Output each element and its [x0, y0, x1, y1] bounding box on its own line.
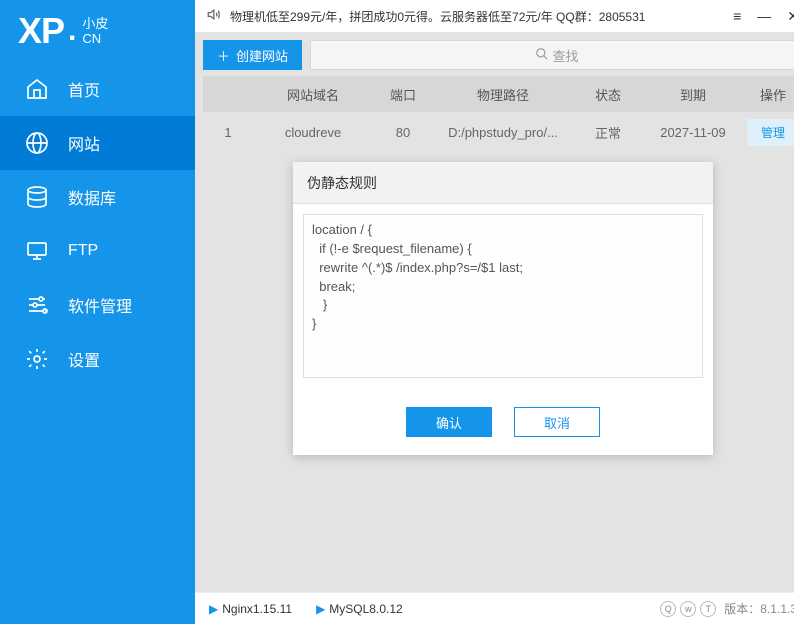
close-button[interactable]: ✕: [787, 8, 794, 25]
service-nginx[interactable]: ▶ Nginx1.15.11: [209, 602, 292, 616]
service-label: MySQL8.0.12: [329, 602, 402, 616]
titlebar: 物理机低至299元/年，拼团成功0元得。云服务器低至72元/年 QQ群：2805…: [195, 0, 794, 32]
sidebar-item-label: 软件管理: [68, 293, 132, 317]
col-domain: 网站域名: [253, 85, 373, 104]
sidebar-item-label: 设置: [68, 347, 100, 371]
sliders-icon: [24, 292, 50, 318]
sidebar: XP . 小皮 CN 首页 网站 数据库 FTP 软件管理: [0, 0, 195, 624]
social-icon-3[interactable]: T: [700, 601, 716, 617]
social-icon-2[interactable]: w: [680, 601, 696, 617]
home-icon: [24, 76, 50, 102]
sidebar-item-database[interactable]: 数据库: [0, 170, 195, 224]
cancel-button[interactable]: 取消: [514, 407, 600, 437]
statusbar: ▶ Nginx1.15.11 ▶ MySQL8.0.12 Q w T 版本：8.…: [195, 592, 794, 624]
search-icon: [535, 47, 549, 64]
sidebar-item-settings[interactable]: 设置: [0, 332, 195, 386]
col-port: 端口: [373, 85, 433, 104]
dialog-title: 伪静态规则: [293, 162, 713, 204]
play-icon: ▶: [209, 602, 218, 616]
sidebar-item-software[interactable]: 软件管理: [0, 278, 195, 332]
rewrite-rule-dialog: 伪静态规则 确认 取消: [293, 162, 713, 455]
content-area: ＋ 创建网站 查找 网站域名 端口 物理路径 状态 到期: [195, 32, 794, 592]
sidebar-item-label: FTP: [68, 242, 98, 260]
gear-icon: [24, 346, 50, 372]
sidebar-item-label: 首页: [68, 77, 100, 101]
rule-textarea[interactable]: [303, 214, 703, 378]
logo: XP . 小皮 CN: [0, 0, 195, 62]
service-mysql[interactable]: ▶ MySQL8.0.12: [316, 602, 403, 616]
sidebar-item-label: 网站: [68, 131, 100, 155]
sidebar-item-website[interactable]: 网站: [0, 116, 195, 170]
search-input[interactable]: 查找: [310, 40, 794, 70]
dialog-overlay: 伪静态规则 确认 取消: [195, 112, 794, 592]
monitor-icon: [24, 238, 50, 264]
col-date: 到期: [643, 85, 743, 104]
col-status: 状态: [573, 85, 643, 104]
titlebar-notice: 物理机低至299元/年，拼团成功0元得。云服务器低至72元/年 QQ群：2805…: [230, 8, 725, 25]
sidebar-item-ftp[interactable]: FTP: [0, 224, 195, 278]
plus-icon: ＋: [217, 46, 230, 65]
play-icon: ▶: [316, 602, 325, 616]
globe-icon: [24, 130, 50, 156]
logo-xp: XP: [18, 10, 64, 52]
col-path: 物理路径: [433, 85, 573, 104]
create-label: 创建网站: [236, 46, 288, 65]
speaker-icon: [207, 7, 222, 25]
search-placeholder: 查找: [553, 46, 579, 65]
minimize-button[interactable]: —: [757, 8, 771, 25]
logo-dot: .: [68, 14, 76, 48]
logo-small: 小皮: [82, 16, 108, 31]
database-icon: [24, 184, 50, 210]
logo-cn: CN: [82, 31, 108, 46]
service-label: Nginx1.15.11: [222, 602, 292, 616]
table-header: 网站域名 端口 物理路径 状态 到期 操作: [203, 76, 794, 112]
create-site-button[interactable]: ＋ 创建网站: [203, 40, 302, 70]
social-icon-1[interactable]: Q: [660, 601, 676, 617]
sidebar-item-label: 数据库: [68, 185, 116, 209]
version-label: 版本：8.1.1.3: [724, 600, 794, 617]
confirm-button[interactable]: 确认: [406, 407, 492, 437]
menu-button[interactable]: ≡: [733, 8, 741, 25]
sidebar-item-home[interactable]: 首页: [0, 62, 195, 116]
col-action: 操作: [743, 85, 794, 104]
